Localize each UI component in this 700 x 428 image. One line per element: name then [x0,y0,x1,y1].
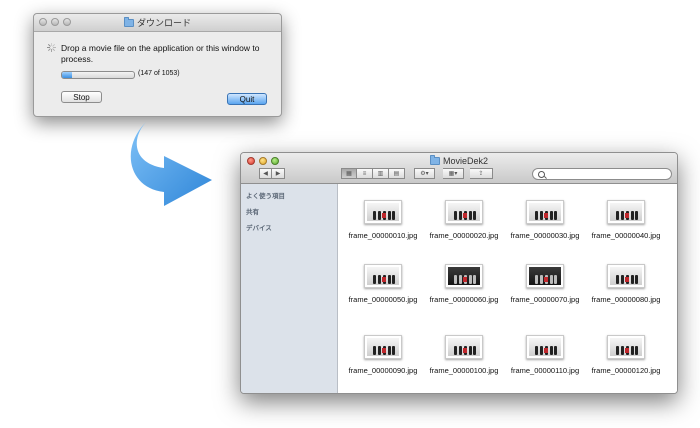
finder-window: MovieDek2 ◀ ▶ ▦ ≡ ▥ ▤ ⚙▾ ▦▾ ⇪ よく使う項目 共有 … [240,152,678,394]
download-window-title: ダウンロード [136,18,191,28]
file-item[interactable]: frame_00000050.jpg [343,264,423,305]
file-name: frame_00000050.jpg [348,295,418,304]
sidebar-section-favorites[interactable]: よく使う項目 [246,190,285,200]
quit-button[interactable]: Quit [227,93,267,105]
icon-view-button[interactable]: ▦ [341,168,357,179]
image-thumbnail [607,200,645,224]
sidebar: よく使う項目 共有 デバイス [241,184,338,393]
stop-button[interactable]: Stop [61,91,102,103]
image-thumbnail [526,264,564,288]
file-name: frame_00000080.jpg [591,295,661,304]
finder-window-title: MovieDek2 [442,156,489,166]
sidebar-section-devices[interactable]: デバイス [246,222,272,232]
file-item[interactable]: frame_00000060.jpg [424,264,504,305]
progress-bar [61,71,135,79]
file-name: frame_00000090.jpg [348,366,418,375]
image-thumbnail [445,200,483,224]
file-name: frame_00000120.jpg [591,366,661,375]
image-thumbnail [364,264,402,288]
file-name: frame_00000110.jpg [510,366,580,375]
image-thumbnail [526,335,564,359]
image-thumbnail [364,200,402,224]
drop-message: Drop a movie file on the application or … [61,43,260,64]
finder-toolbar: MovieDek2 ◀ ▶ ▦ ≡ ▥ ▤ ⚙▾ ▦▾ ⇪ [241,153,677,184]
list-view-button[interactable]: ≡ [357,168,373,179]
coverflow-view-button[interactable]: ▤ [389,168,405,179]
file-item[interactable]: frame_00000040.jpg [586,200,666,241]
sidebar-section-shared[interactable]: 共有 [246,206,259,216]
back-button[interactable]: ◀ [259,168,272,179]
file-item[interactable]: frame_00000080.jpg [586,264,666,305]
image-thumbnail [607,335,645,359]
action-menu-button[interactable]: ⚙▾ [414,168,435,179]
folder-icon [429,155,440,165]
file-name: frame_00000070.jpg [510,295,580,304]
file-item[interactable]: frame_00000010.jpg [343,200,423,241]
file-name: frame_00000040.jpg [591,231,661,240]
file-item[interactable]: frame_00000120.jpg [586,335,666,376]
file-item[interactable]: frame_00000100.jpg [424,335,504,376]
progress-count: (147 of 1053) [138,70,180,77]
download-window: ダウンロード Drop a movie file on the applicat… [33,13,282,117]
file-name: frame_00000020.jpg [429,231,499,240]
image-thumbnail [445,264,483,288]
file-item[interactable]: frame_00000110.jpg [505,335,585,376]
file-name: frame_00000010.jpg [348,231,418,240]
folder-icon [123,16,134,27]
share-button[interactable]: ⇪ [470,168,493,179]
file-item[interactable]: frame_00000070.jpg [505,264,585,305]
file-name: frame_00000030.jpg [510,231,580,240]
image-thumbnail [445,335,483,359]
column-view-button[interactable]: ▥ [373,168,389,179]
file-name: frame_00000100.jpg [429,366,499,375]
spinner-icon [47,43,56,52]
file-item[interactable]: frame_00000090.jpg [343,335,423,376]
file-grid: frame_00000010.jpg frame_00000020.jpg fram… [338,184,677,393]
progress-fill [62,72,73,78]
arrange-menu-button[interactable]: ▦▾ [443,168,464,179]
forward-button[interactable]: ▶ [272,168,285,179]
download-window-titlebar[interactable]: ダウンロード [34,14,281,32]
image-thumbnail [607,264,645,288]
curved-arrow-icon [130,122,212,206]
search-icon [538,171,545,178]
image-thumbnail [526,200,564,224]
file-item[interactable]: frame_00000020.jpg [424,200,504,241]
file-item[interactable]: frame_00000030.jpg [505,200,585,241]
search-field[interactable] [532,168,672,180]
image-thumbnail [364,335,402,359]
file-name: frame_00000060.jpg [429,295,499,304]
